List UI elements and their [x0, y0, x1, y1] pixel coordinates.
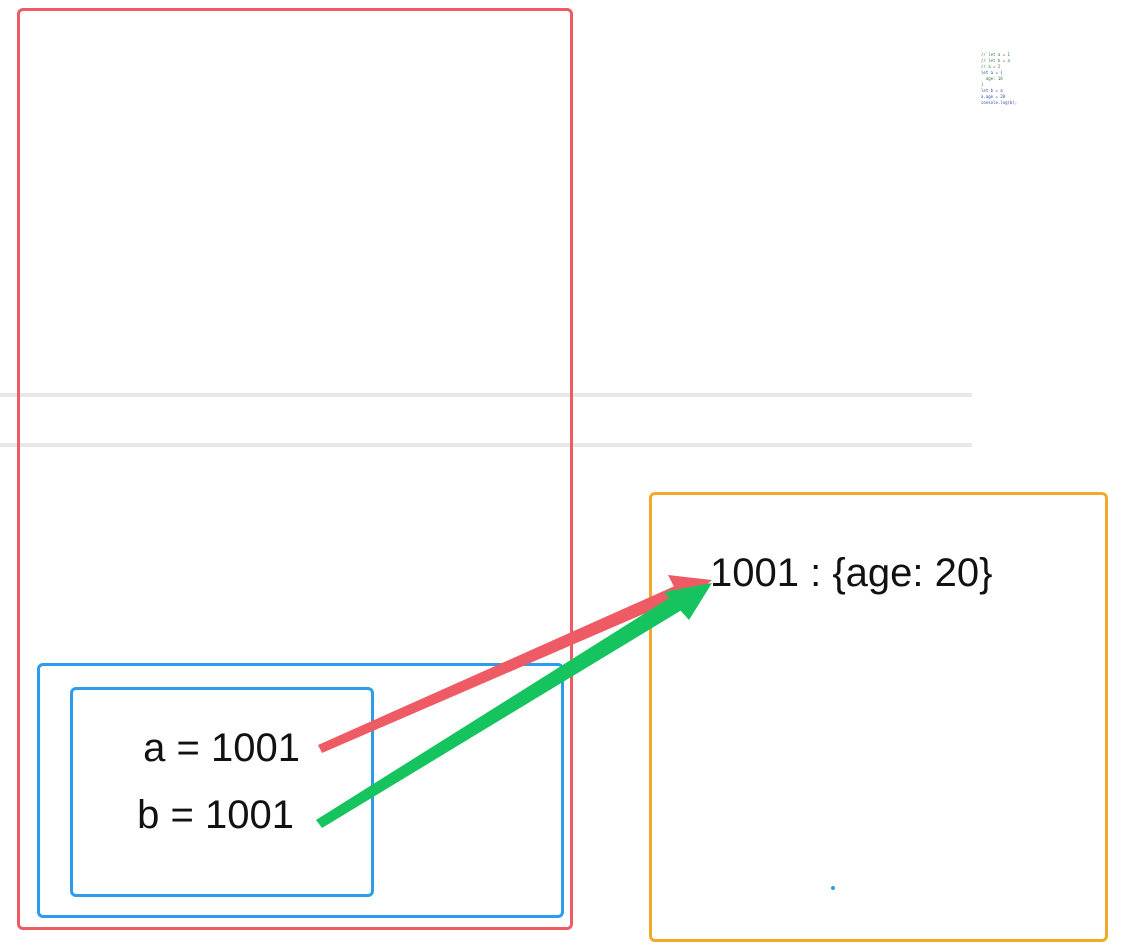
variable-a-label: a = 1001: [143, 726, 300, 770]
code-line: }: [981, 82, 984, 87]
code-line: // let a = 1: [981, 52, 1010, 57]
code-line: let a = {: [981, 70, 1003, 75]
code-thumbnail: // let a = 1 // let b = a // a = 2 let a…: [981, 52, 1031, 110]
dot-marker: [831, 886, 835, 890]
code-line: // let b = a: [981, 58, 1010, 63]
heap-object-label: 1001 : {age: 20}: [710, 551, 993, 595]
code-line: age: 18: [981, 76, 1003, 81]
inner-scope-frame: [70, 687, 374, 897]
code-line: a.age = 20: [981, 94, 1006, 99]
code-line: // a = 2: [981, 64, 1001, 69]
code-line: let b = a: [981, 88, 1003, 93]
variable-b-label: b = 1001: [137, 793, 294, 837]
code-line: console.log(b);: [981, 100, 1018, 105]
